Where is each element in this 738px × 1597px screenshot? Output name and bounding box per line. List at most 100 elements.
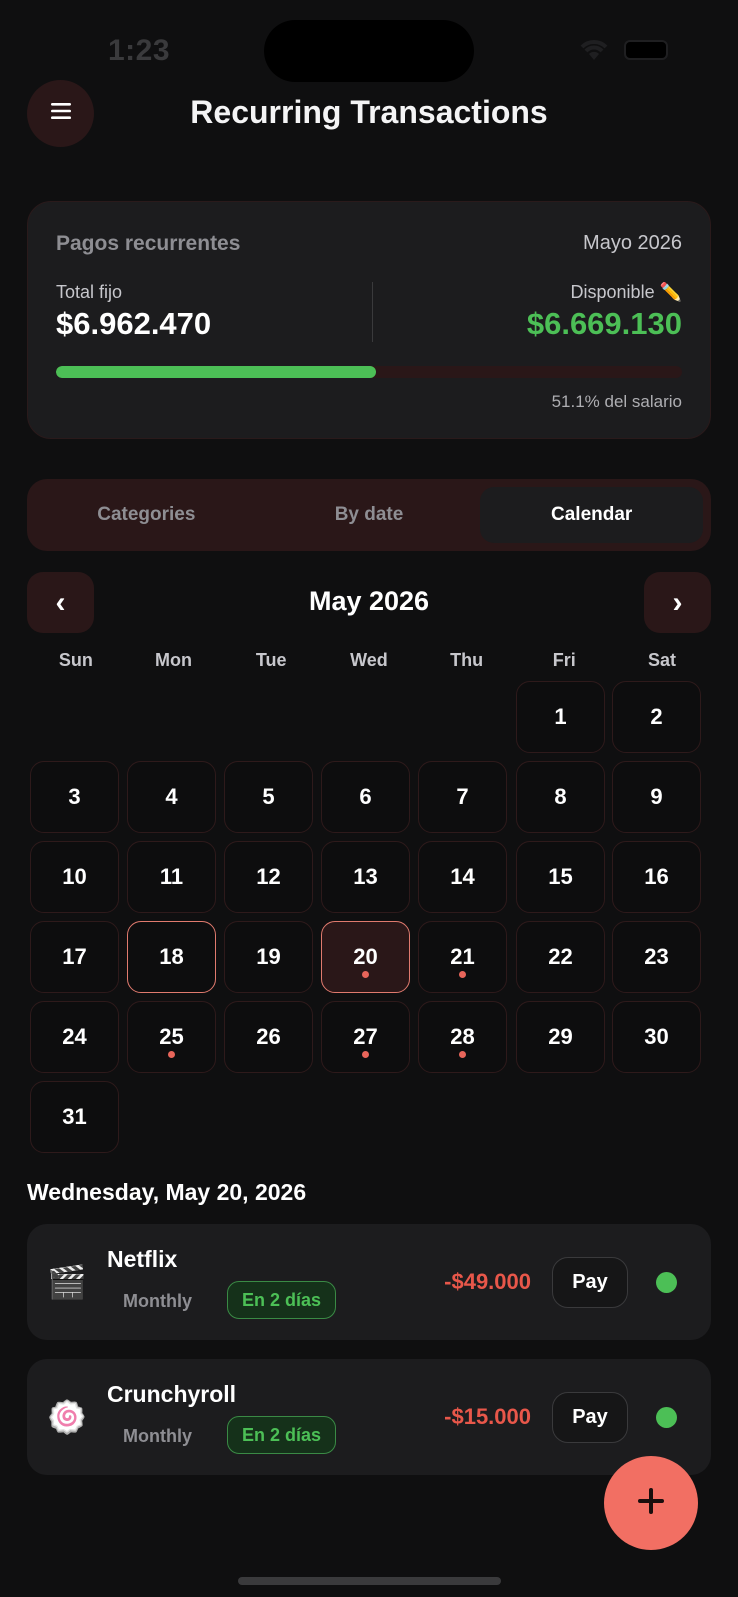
calendar-day[interactable]: 31 (30, 1081, 119, 1153)
calendar-day-number: 21 (450, 944, 475, 969)
calendar-day[interactable]: 2 (612, 681, 701, 753)
tab-by-date[interactable]: By date (258, 487, 481, 543)
weekday-label: Wed (350, 650, 388, 670)
calendar-day-number: 31 (62, 1104, 87, 1129)
selected-date-heading: Wednesday, May 20, 2026 (27, 1179, 307, 1205)
calendar-day-number: 7 (456, 784, 469, 809)
weekday-label: Fri (552, 650, 576, 670)
calendar-day-number: 27 (353, 1024, 378, 1049)
calendar-day[interactable]: 28 (418, 1001, 507, 1073)
calendar-day[interactable]: 27 (321, 1001, 410, 1073)
calendar-day[interactable]: 14 (418, 841, 507, 913)
weekday-label: Sun (58, 650, 93, 670)
calendar-day[interactable]: 5 (224, 761, 313, 833)
calendar-day-number: 30 (644, 1024, 669, 1049)
calendar-day[interactable]: 21 (418, 921, 507, 993)
calendar-day[interactable]: 7 (418, 761, 507, 833)
weekday-label: Sat (647, 650, 676, 670)
calendar-day[interactable]: 18 (127, 921, 216, 993)
salary-progress-fill (56, 366, 376, 378)
status-time: 1:23 (108, 34, 171, 67)
calendar-day-number: 18 (159, 944, 184, 969)
available-label[interactable]: Disponible ✏️ (571, 282, 682, 303)
calendar-day-number: 10 (62, 864, 87, 889)
calendar-day-number: 13 (353, 864, 378, 889)
tab-categories[interactable]: Categories (35, 487, 258, 543)
transaction-card[interactable]: 🎬 Netflix Monthly En 2 días -$49.000 Pay (27, 1224, 711, 1340)
view-tabs: Categories By date Calendar (27, 479, 711, 551)
calendar-day[interactable]: 26 (224, 1001, 313, 1073)
calendar-day[interactable]: 12 (224, 841, 313, 913)
calendar-day[interactable]: 8 (516, 761, 605, 833)
calendar-day-number: 19 (256, 944, 281, 969)
calendar-day-number: 23 (644, 944, 669, 969)
calendar-day[interactable]: 15 (516, 841, 605, 913)
fixed-total-label: Total fijo (56, 282, 123, 302)
summary-divider (372, 282, 373, 342)
calendar-day[interactable]: 6 (321, 761, 410, 833)
home-indicator (238, 1577, 501, 1585)
calendar-day-number: 2 (650, 704, 663, 729)
wifi-icon (578, 38, 610, 62)
calendar-day[interactable]: 19 (224, 921, 313, 993)
calendar-day[interactable]: 13 (321, 841, 410, 913)
calendar-day[interactable]: 1 (516, 681, 605, 753)
transaction-dot (168, 1051, 175, 1058)
transaction-dot (459, 971, 466, 978)
weekday-label: Thu (450, 650, 484, 670)
due-badge: En 2 días (227, 1416, 337, 1454)
calendar-day-number: 24 (62, 1024, 87, 1049)
transaction-dot (362, 1051, 369, 1058)
calendar-day[interactable]: 20 (321, 921, 410, 993)
calendar-day[interactable]: 10 (30, 841, 119, 913)
tab-calendar[interactable]: Calendar (480, 487, 704, 543)
next-month-button[interactable]: › (644, 572, 711, 633)
pay-button[interactable]: Pay (552, 1257, 628, 1308)
summary-month: Mayo 2026 (583, 232, 682, 254)
calendar-day[interactable]: 4 (127, 761, 216, 833)
plus-icon (636, 1486, 666, 1521)
due-badge: En 2 días (227, 1281, 337, 1319)
status-icons (578, 38, 668, 62)
dynamic-island (264, 20, 474, 82)
calendar-day[interactable]: 3 (30, 761, 119, 833)
calendar-day[interactable]: 17 (30, 921, 119, 993)
clapper-board-icon: 🎬 (47, 1264, 87, 1300)
transaction-frequency: Monthly (123, 1291, 192, 1311)
calendar-day[interactable]: 11 (127, 841, 216, 913)
calendar-day-number: 6 (359, 784, 372, 809)
pay-button[interactable]: Pay (552, 1392, 628, 1443)
transaction-dot (362, 971, 369, 978)
calendar-day-number: 28 (450, 1024, 475, 1049)
page-title: Recurring Transactions (190, 94, 548, 130)
fixed-total-value: $6.962.470 (56, 306, 212, 341)
calendar-day[interactable]: 23 (612, 921, 701, 993)
battery-icon (624, 40, 668, 60)
weekday-label: Tue (255, 650, 287, 670)
transaction-name: Crunchyroll (107, 1381, 237, 1407)
weekday-label: Mon (155, 650, 193, 670)
fish-cake-icon: 🍥 (47, 1399, 87, 1435)
calendar-month-title: May 2026 (308, 586, 430, 616)
transaction-name: Netflix (107, 1246, 178, 1272)
add-transaction-button[interactable] (604, 1456, 698, 1550)
calendar-day-number: 9 (650, 784, 663, 809)
calendar-day[interactable]: 22 (516, 921, 605, 993)
chevron-right-icon: › (672, 585, 683, 619)
transaction-frequency: Monthly (123, 1426, 192, 1446)
status-dot (656, 1407, 677, 1428)
calendar-day[interactable]: 25 (127, 1001, 216, 1073)
status-dot (656, 1272, 677, 1293)
calendar-day[interactable]: 29 (516, 1001, 605, 1073)
salary-progress-text: 51.1% del salario (551, 392, 682, 411)
summary-label: Pagos recurrentes (56, 232, 241, 255)
transaction-dot (459, 1051, 466, 1058)
summary-card: Pagos recurrentes Mayo 2026 Total fijo $… (27, 201, 711, 439)
calendar-day[interactable]: 30 (612, 1001, 701, 1073)
calendar-day-number: 16 (644, 864, 669, 889)
calendar-day[interactable]: 24 (30, 1001, 119, 1073)
calendar-day[interactable]: 16 (612, 841, 701, 913)
calendar-day[interactable]: 9 (612, 761, 701, 833)
calendar-day-number: 15 (548, 864, 573, 889)
transaction-card[interactable]: 🍥 Crunchyroll Monthly En 2 días -$15.000… (27, 1359, 711, 1475)
